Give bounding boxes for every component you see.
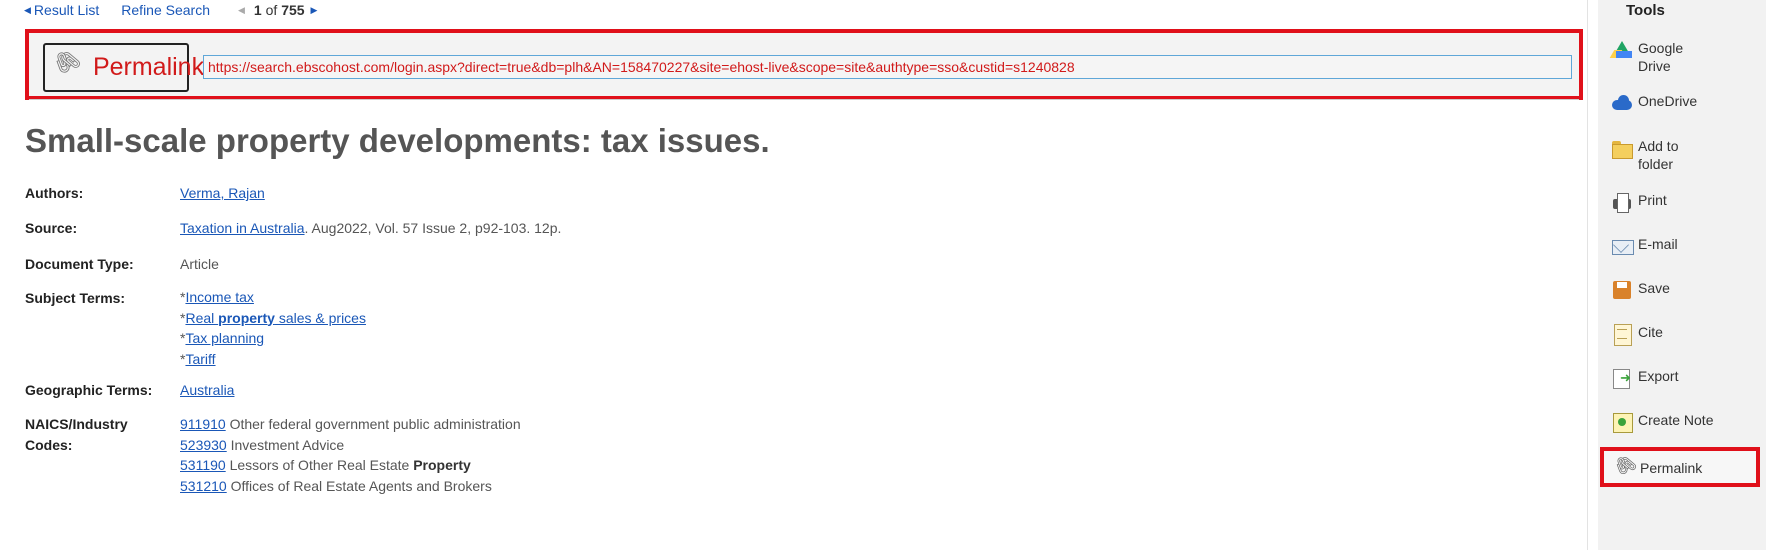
record-position: 1 — [253, 2, 262, 18]
tool-save[interactable]: Save — [1610, 278, 1760, 302]
naics-code-link[interactable]: 523930 — [180, 437, 227, 453]
permalink-label: Permalink — [92, 53, 205, 81]
onedrive-icon — [1610, 91, 1634, 115]
naics-item: 531190 Lessors of Other Real Estate Prop… — [180, 457, 471, 473]
paperclip-icon: 🖇︎ — [48, 42, 86, 80]
paperclip-icon: 🖇︎ — [1610, 450, 1641, 480]
google-drive-icon — [1609, 38, 1634, 62]
subject-term: *Real property sales & prices — [180, 309, 366, 326]
tool-create-note[interactable]: Create Note — [1610, 410, 1760, 434]
subject-terms-label: Subject Terms: — [25, 290, 126, 306]
subject-term: *Tariff — [180, 350, 216, 367]
tool-email[interactable]: E-mail — [1610, 234, 1760, 258]
export-icon — [1610, 366, 1634, 390]
author-link[interactable]: Verma, Rajan — [180, 185, 265, 201]
subject-term-link[interactable]: Tax planning — [185, 330, 264, 346]
permalink-label-box: 🖇︎ Permalink — [43, 42, 204, 92]
printer-icon — [1610, 190, 1634, 214]
cite-icon — [1610, 322, 1634, 346]
tool-onedrive[interactable]: OneDrive — [1610, 91, 1760, 115]
source-details: . Aug2022, Vol. 57 Issue 2, p92-103. 12p… — [304, 220, 562, 236]
refine-search-link[interactable]: Refine Search — [121, 2, 210, 18]
folder-icon — [1610, 136, 1634, 160]
subject-term-link[interactable]: Income tax — [185, 289, 253, 305]
tool-permalink[interactable]: 🖇︎ Permalink — [1600, 447, 1760, 487]
source-journal-link[interactable]: Taxation in Australia — [180, 220, 305, 236]
tools-divider — [1587, 0, 1588, 550]
save-icon — [1610, 278, 1634, 302]
naics-item: 911910 Other federal government public a… — [180, 416, 521, 432]
record-total: 755 — [281, 2, 305, 18]
subject-term: *Tax planning — [180, 330, 265, 346]
record-navigation: ◀ Result List Refine Search ◀ 1 of 755 ▶ — [24, 0, 320, 20]
next-record-icon[interactable]: ▶ — [311, 5, 318, 16]
tool-add-to-folder[interactable]: Add to folder — [1610, 136, 1760, 173]
tool-print[interactable]: Print — [1610, 190, 1760, 214]
result-list-link[interactable]: Result List — [34, 2, 99, 18]
naics-item: 531210 Offices of Real Estate Agents and… — [180, 477, 492, 494]
subject-term-link[interactable]: Tariff — [185, 351, 215, 367]
naics-code-link[interactable]: 911910 — [180, 416, 226, 432]
authors-label: Authors: — [25, 185, 84, 201]
permalink-url-field[interactable] — [203, 55, 1572, 79]
tool-export[interactable]: Export — [1610, 366, 1760, 390]
naics-item: 523930 Investment Advice — [180, 436, 345, 453]
naics-code-link[interactable]: 531210 — [180, 478, 227, 494]
naics-code-link[interactable]: 531190 — [180, 457, 226, 473]
record-of: of — [265, 2, 278, 18]
subject-term: *Income tax — [180, 289, 254, 305]
envelope-icon — [1610, 234, 1634, 258]
triangle-left-icon: ◀ — [24, 4, 31, 15]
permalink-bar: 🖇︎ Permalink — [25, 29, 1583, 100]
previous-record-icon[interactable]: ◀ — [238, 5, 245, 16]
tools-heading: Tools — [1626, 2, 1665, 19]
geographic-term-link[interactable]: Australia — [180, 382, 234, 398]
document-type-label: Document Type: — [25, 256, 134, 272]
record-counter: 1 of 755 — [254, 2, 305, 18]
geographic-terms-label: Geographic Terms: — [25, 382, 153, 398]
subject-term-link[interactable]: Real property sales & prices — [185, 310, 366, 326]
naics-label: NAICS/Industry Codes: — [25, 416, 128, 453]
record-title: Small-scale property developments: tax i… — [25, 122, 770, 159]
tools-panel: Tools Google Drive OneDrive Add to folder … — [1598, 0, 1766, 550]
tool-google-drive[interactable]: Google Drive — [1609, 38, 1760, 75]
tool-cite[interactable]: Cite — [1610, 322, 1760, 346]
note-icon — [1610, 410, 1634, 434]
source-label: Source: — [25, 220, 78, 236]
document-type-value: Article — [180, 256, 219, 272]
